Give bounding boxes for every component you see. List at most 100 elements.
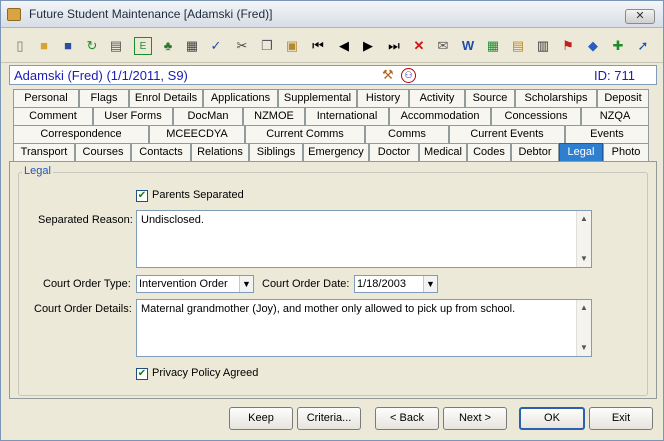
previous-record-icon[interactable]: ◀ bbox=[335, 37, 353, 55]
tab-legal[interactable]: Legal bbox=[559, 143, 603, 161]
court-order-details-scrollbar[interactable]: ▲ ▼ bbox=[576, 300, 591, 356]
add-record-icon[interactable]: ✚ bbox=[609, 37, 627, 55]
tab-events[interactable]: Events bbox=[565, 125, 649, 143]
separated-parents-icon: ⚇ bbox=[401, 68, 416, 83]
court-order-date-picker[interactable]: 1/18/2003 ▼ bbox=[354, 275, 438, 293]
new-document-icon[interactable]: ▯ bbox=[11, 37, 29, 55]
refresh-icon[interactable]: ↻ bbox=[83, 37, 101, 55]
open-folder-icon[interactable]: ■ bbox=[35, 37, 53, 55]
tab-scholarships[interactable]: Scholarships bbox=[515, 89, 597, 107]
separated-reason-field[interactable]: Undisclosed. ▲ ▼ bbox=[136, 210, 592, 268]
tab-current-events[interactable]: Current Events bbox=[449, 125, 565, 143]
scroll-up-icon[interactable]: ▲ bbox=[578, 302, 590, 314]
tab-transport[interactable]: Transport bbox=[13, 143, 75, 161]
tab-siblings[interactable]: Siblings bbox=[249, 143, 303, 161]
privacy-policy-checkbox[interactable]: ✔ bbox=[136, 368, 148, 380]
tab-nzqa[interactable]: NZQA bbox=[581, 107, 649, 125]
keep-button[interactable]: Keep bbox=[229, 407, 293, 430]
tab-courses[interactable]: Courses bbox=[75, 143, 131, 161]
tab-comms[interactable]: Comms bbox=[365, 125, 449, 143]
next-record-icon[interactable]: ▶ bbox=[359, 37, 377, 55]
copy-icon[interactable]: ❐ bbox=[258, 37, 276, 55]
separated-reason-scrollbar[interactable]: ▲ ▼ bbox=[576, 211, 591, 267]
notes-icon[interactable]: ▤ bbox=[509, 37, 527, 55]
tab-supplemental[interactable]: Supplemental bbox=[278, 89, 357, 107]
calculator-icon[interactable]: ▦ bbox=[183, 37, 201, 55]
tab-deposit[interactable]: Deposit bbox=[597, 89, 649, 107]
word-icon[interactable]: W bbox=[459, 37, 477, 55]
title-bar: Future Student Maintenance [Adamski (Fre… bbox=[1, 1, 663, 28]
edit-icon[interactable]: E bbox=[134, 37, 152, 55]
scroll-down-icon[interactable]: ▼ bbox=[578, 253, 590, 265]
court-order-type-value: Intervention Order bbox=[139, 278, 228, 290]
save-disk-icon[interactable]: ■ bbox=[59, 37, 77, 55]
scroll-up-icon[interactable]: ▲ bbox=[578, 213, 590, 225]
tab-mceecdya[interactable]: MCEECDYA bbox=[149, 125, 245, 143]
next-button[interactable]: Next > bbox=[443, 407, 507, 430]
close-button[interactable]: ✕ bbox=[625, 9, 655, 24]
tab-history[interactable]: History bbox=[357, 89, 409, 107]
spellcheck-icon[interactable]: ✓ bbox=[207, 37, 225, 55]
close-icon: ✕ bbox=[635, 10, 645, 22]
tab-correspondence[interactable]: Correspondence bbox=[13, 125, 149, 143]
scroll-down-icon[interactable]: ▼ bbox=[578, 342, 590, 354]
criteria-button[interactable]: Criteria... bbox=[297, 407, 361, 430]
tab-debtor[interactable]: Debtor bbox=[511, 143, 559, 161]
ok-button-label: OK bbox=[544, 412, 560, 424]
tab-source[interactable]: Source bbox=[465, 89, 515, 107]
tree-icon[interactable]: ♣ bbox=[159, 37, 177, 55]
paste-icon[interactable]: ▣ bbox=[283, 37, 301, 55]
tab-codes[interactable]: Codes bbox=[467, 143, 511, 161]
criteria-button-label: Criteria... bbox=[306, 412, 352, 424]
tab-personal[interactable]: Personal bbox=[13, 89, 79, 107]
tab-contacts[interactable]: Contacts bbox=[131, 143, 191, 161]
spreadsheet-icon[interactable]: ▦ bbox=[484, 37, 502, 55]
exit-button[interactable]: Exit bbox=[589, 407, 653, 430]
parents-separated-checkbox[interactable]: ✔ bbox=[136, 190, 148, 202]
tab-applications[interactable]: Applications bbox=[203, 89, 278, 107]
tab-user-forms[interactable]: User Forms bbox=[93, 107, 173, 125]
tab-medical[interactable]: Medical bbox=[419, 143, 467, 161]
tab-relations[interactable]: Relations bbox=[191, 143, 249, 161]
court-order-details-label: Court Order Details: bbox=[34, 303, 132, 315]
first-record-icon[interactable]: ⏮ bbox=[309, 37, 327, 55]
separated-reason-value: Undisclosed. bbox=[141, 214, 204, 226]
calendar-icon[interactable]: ▥ bbox=[534, 37, 552, 55]
last-record-icon[interactable]: ⏭ bbox=[385, 37, 403, 55]
tab-current-comms[interactable]: Current Comms bbox=[245, 125, 365, 143]
chevron-down-icon[interactable]: ▼ bbox=[423, 276, 437, 292]
tab-concessions[interactable]: Concessions bbox=[491, 107, 581, 125]
back-button-label: < Back bbox=[390, 412, 424, 424]
tab-row-3: Correspondence MCEECDYA Current Comms Co… bbox=[9, 125, 657, 143]
toolbar: ▯ ■ ■ ↻ ▤ E ♣ ▦ ✓ ✂ ❐ ▣ ⏮ ◀ ▶ ⏭ ✕ ✉ W ▦ … bbox=[1, 29, 663, 63]
tab-international[interactable]: International bbox=[305, 107, 389, 125]
tab-emergency[interactable]: Emergency bbox=[303, 143, 369, 161]
tab-photo[interactable]: Photo bbox=[603, 143, 649, 161]
flag-icon[interactable]: ⚑ bbox=[559, 37, 577, 55]
tab-docman[interactable]: DocMan bbox=[173, 107, 243, 125]
tab-nzmoe[interactable]: NZMOE bbox=[243, 107, 305, 125]
court-order-details-field[interactable]: Maternal grandmother (Joy), and mother o… bbox=[136, 299, 592, 357]
back-button[interactable]: < Back bbox=[375, 407, 439, 430]
court-order-type-label: Court Order Type: bbox=[43, 278, 131, 290]
court-order-details-value: Maternal grandmother (Joy), and mother o… bbox=[141, 303, 516, 315]
future-student-maintenance-window: Future Student Maintenance [Adamski (Fre… bbox=[0, 0, 664, 441]
cut-icon[interactable]: ✂ bbox=[233, 37, 251, 55]
exit-button-label: Exit bbox=[611, 412, 631, 424]
email-icon[interactable]: ✉ bbox=[434, 37, 452, 55]
tab-accommodation[interactable]: Accommodation bbox=[389, 107, 491, 125]
court-order-type-select[interactable]: Intervention Order ▼ bbox=[136, 275, 254, 293]
privacy-policy-label: Privacy Policy Agreed bbox=[152, 367, 259, 379]
print-icon[interactable]: ▤ bbox=[107, 37, 125, 55]
go-arrow-icon[interactable]: ➚ bbox=[634, 37, 652, 55]
tab-comment[interactable]: Comment bbox=[13, 107, 93, 125]
student-info-bar: Adamski (Fred) (1/1/2011, S9) ⚒ ⚇ ID: 71… bbox=[9, 65, 657, 85]
chevron-down-icon[interactable]: ▼ bbox=[239, 276, 253, 292]
tab-enrol-details[interactable]: Enrol Details bbox=[129, 89, 203, 107]
tab-flags[interactable]: Flags bbox=[79, 89, 129, 107]
ok-button[interactable]: OK bbox=[519, 407, 585, 430]
tab-activity[interactable]: Activity bbox=[409, 89, 465, 107]
tag-icon[interactable]: ◆ bbox=[584, 37, 602, 55]
delete-icon[interactable]: ✕ bbox=[410, 37, 428, 55]
tab-doctor[interactable]: Doctor bbox=[369, 143, 419, 161]
